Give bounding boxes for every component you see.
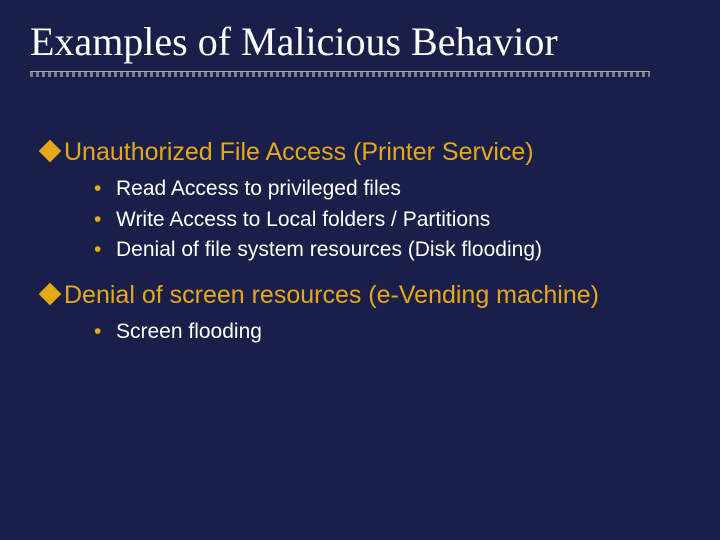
list-item: Denial of file system resources (Disk fl… bbox=[94, 235, 690, 265]
sub-list: Screen flooding bbox=[94, 317, 690, 347]
diamond-bullet-icon bbox=[39, 140, 62, 163]
slide-title: Examples of Malicious Behavior bbox=[30, 18, 690, 65]
sub-list: Read Access to privileged files Write Ac… bbox=[94, 174, 690, 265]
section-head: Unauthorized File Access (Printer Servic… bbox=[42, 137, 690, 168]
title-rule bbox=[30, 71, 650, 77]
list-item: Read Access to privileged files bbox=[94, 174, 690, 204]
list-item: Write Access to Local folders / Partitio… bbox=[94, 205, 690, 235]
section-head: Denial of screen resources (e-Vending ma… bbox=[42, 280, 690, 311]
section-title: Unauthorized File Access (Printer Servic… bbox=[64, 137, 534, 168]
section-title: Denial of screen resources (e-Vending ma… bbox=[64, 280, 599, 311]
list-item: Screen flooding bbox=[94, 317, 690, 347]
section-1: Denial of screen resources (e-Vending ma… bbox=[30, 280, 690, 348]
slide: Examples of Malicious Behavior Unauthori… bbox=[0, 0, 720, 540]
diamond-bullet-icon bbox=[39, 282, 62, 305]
section-0: Unauthorized File Access (Printer Servic… bbox=[30, 137, 690, 266]
